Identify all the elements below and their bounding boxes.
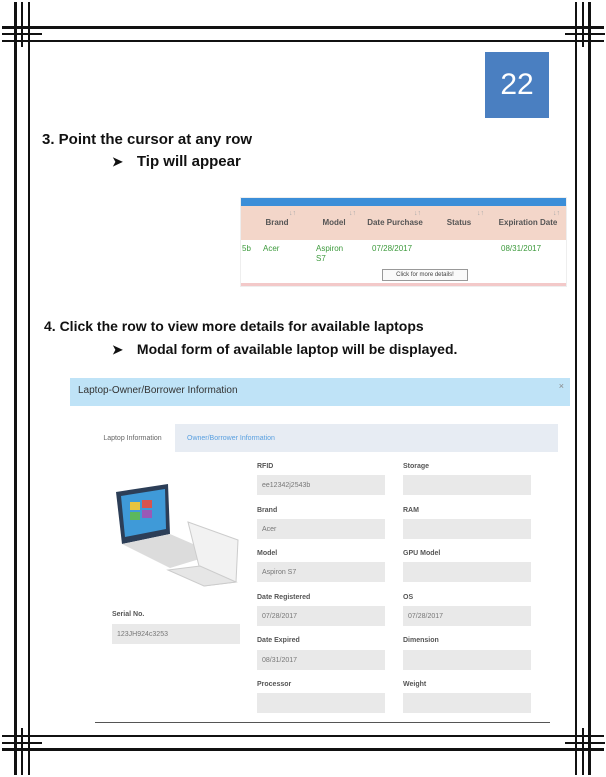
step3-bullet: ➤ Tip will appear	[112, 153, 241, 170]
frame-corner-bl-v	[21, 728, 23, 775]
table-top-bar	[241, 198, 566, 206]
ram-label: RAM	[403, 507, 419, 514]
rfid-field[interactable]: ee12342j2543b	[257, 475, 385, 495]
laptop-image	[116, 484, 239, 587]
rfid-label: RFID	[257, 463, 274, 470]
frame-bottom-outer	[2, 748, 604, 751]
sort-icon: ↓↑	[349, 210, 356, 217]
frame-corner-tr-v	[582, 2, 584, 47]
arrow-bullet-icon: ➤	[112, 342, 123, 357]
os-field[interactable]: 07/28/2017	[403, 606, 531, 626]
frame-right-outer	[588, 2, 591, 775]
tab-laptop-information[interactable]: Laptop Information	[90, 424, 175, 452]
step4-title: 4. Click the row to view more details fo…	[44, 318, 424, 334]
laptop-table-snippet: Brand ↓↑ Model ↓↑ Date Purchase ↓↑ Status ↓↑…	[241, 198, 566, 286]
frame-left-outer	[14, 2, 17, 775]
gpu-model-field[interactable]	[403, 562, 531, 582]
frame-corner-br	[565, 742, 605, 744]
processor-field[interactable]	[257, 693, 385, 713]
cell-brand: Acer	[263, 244, 280, 253]
model-field[interactable]: Aspiron S7	[257, 562, 385, 582]
date-expired-field[interactable]: 08/31/2017	[257, 650, 385, 670]
frame-corner-tl-v	[21, 2, 23, 47]
dimension-label: Dimension	[403, 637, 439, 644]
table-bottom-line	[241, 283, 566, 286]
storage-field[interactable]	[403, 475, 531, 495]
cell-date-purchase: 07/28/2017	[372, 244, 413, 253]
frame-top-inner	[2, 40, 604, 42]
step3-title: 3. Point the cursor at any row	[42, 131, 253, 148]
processor-label: Processor	[257, 681, 292, 688]
brand-field[interactable]: Acer	[257, 519, 385, 539]
header-date-purchase[interactable]: Date Purchase ↓↑	[366, 206, 424, 240]
row-tooltip: Click for more details!	[382, 269, 468, 281]
close-icon[interactable]: ×	[559, 381, 564, 391]
header-model[interactable]: Model ↓↑	[309, 206, 359, 240]
brand-label: Brand	[257, 507, 278, 514]
arrow-bullet-icon: ➤	[112, 154, 123, 169]
cell-expiration-date: 08/31/2017	[501, 244, 542, 253]
header-status[interactable]: Status ↓↑	[431, 206, 487, 240]
sort-icon: ↓↑	[477, 210, 484, 217]
cell-id-fragment: 5b	[242, 244, 251, 253]
gpu-model-label: GPU Model	[403, 550, 441, 557]
model-label: Model	[257, 550, 278, 557]
modal-title: Laptop-Owner/Borrower Information	[78, 385, 238, 396]
cell-model: Aspiron S7	[316, 244, 344, 263]
sort-icon: ↓↑	[289, 210, 296, 217]
frame-corner-tr	[565, 33, 605, 35]
page-number-badge: 22	[485, 52, 549, 118]
date-registered-field[interactable]: 07/28/2017	[257, 606, 385, 626]
weight-label: Weight	[403, 681, 427, 688]
frame-left-inner	[28, 2, 30, 775]
sort-icon: ↓↑	[553, 210, 560, 217]
weight-field[interactable]	[403, 693, 531, 713]
header-brand[interactable]: Brand ↓↑	[255, 206, 299, 240]
divider	[95, 722, 550, 723]
sort-icon: ↓↑	[414, 210, 421, 217]
laptop-info-modal: Laptop-Owner/Borrower Information × Lapt…	[70, 378, 570, 718]
date-expired-label: Date Expired	[257, 637, 300, 644]
storage-label: Storage	[403, 463, 430, 470]
step4-bullet-text: Modal form of available laptop will be d…	[136, 341, 458, 357]
os-label: OS	[403, 594, 414, 601]
modal-tabs: Laptop Information Owner/Borrower Inform…	[90, 424, 558, 452]
frame-bottom-inner	[2, 735, 604, 737]
step3-bullet-text: Tip will appear	[136, 153, 241, 170]
frame-right-inner	[575, 2, 577, 775]
header-expiration-date[interactable]: Expiration Date ↓↑	[493, 206, 563, 240]
step4-bullet: ➤ Modal form of available laptop will be …	[112, 341, 457, 358]
serial-label: Serial No.	[112, 611, 145, 618]
frame-corner-br-v	[582, 728, 584, 775]
serial-field[interactable]: 123JH924c3253	[112, 624, 240, 644]
frame-top-outer	[2, 26, 604, 29]
ram-field[interactable]	[403, 519, 531, 539]
dimension-field[interactable]	[403, 650, 531, 670]
tab-owner-borrower-information[interactable]: Owner/Borrower Information	[175, 424, 558, 452]
date-registered-label: Date Registered	[257, 594, 311, 601]
